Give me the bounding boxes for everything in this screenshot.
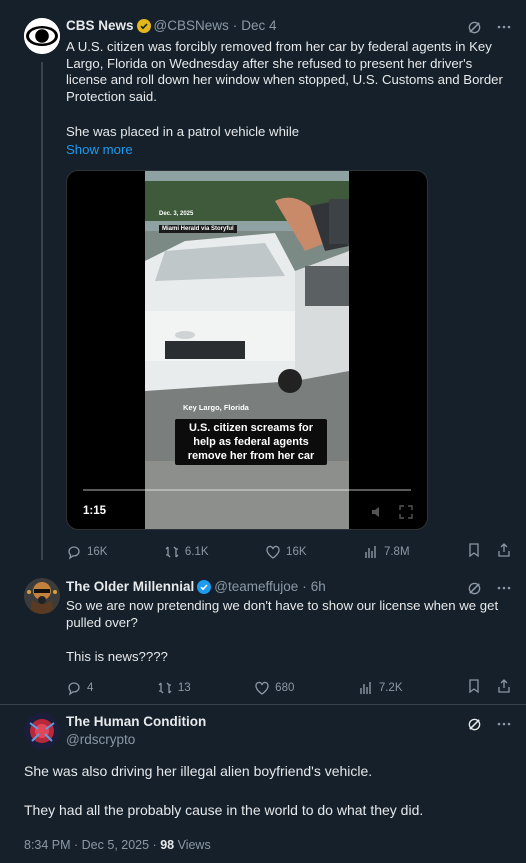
post-metadata: 8:34 PM · Dec 5, 2025 · 98 Views bbox=[24, 838, 211, 852]
post-date[interactable]: Dec 4 bbox=[241, 18, 276, 33]
video-progress-bar[interactable] bbox=[83, 489, 411, 491]
like-button[interactable]: 680 bbox=[254, 680, 294, 696]
reply-button[interactable]: 16K bbox=[66, 544, 107, 560]
author-handle[interactable]: @teameffujoe bbox=[214, 579, 298, 594]
bookmark-icon[interactable] bbox=[466, 542, 482, 561]
like-button[interactable]: 16K bbox=[265, 544, 307, 560]
post-date[interactable]: 6h bbox=[311, 579, 326, 594]
tweet-text-continued: She was placed in a patrol vehicle while bbox=[66, 124, 300, 139]
tweet-text-continued: They had all the probably cause in the w… bbox=[24, 802, 424, 818]
author-name[interactable]: The Older Millennial bbox=[66, 579, 194, 594]
separator-dot: · bbox=[302, 579, 307, 594]
bookmark-icon[interactable] bbox=[466, 678, 482, 697]
verified-gold-icon bbox=[136, 18, 151, 33]
repost-count: 6.1K bbox=[184, 545, 209, 558]
cbs-eye-logo bbox=[24, 18, 60, 54]
views-icon bbox=[365, 545, 376, 558]
tweet-text-continued: This is news???? bbox=[66, 649, 168, 664]
avatar[interactable] bbox=[24, 578, 60, 614]
tweet-text: She was also driving her illegal alien b… bbox=[24, 763, 373, 779]
reply-icon bbox=[68, 545, 80, 560]
reply-icon bbox=[68, 681, 80, 696]
avatar-image bbox=[24, 578, 60, 614]
views-button[interactable]: 7.2K bbox=[358, 680, 403, 696]
author-name[interactable]: CBS News bbox=[66, 18, 134, 33]
more-icon[interactable] bbox=[496, 716, 512, 732]
avatar[interactable] bbox=[24, 713, 60, 749]
grok-icon[interactable] bbox=[466, 716, 482, 732]
like-count: 16K bbox=[286, 545, 307, 558]
repost-button[interactable]: 6.1K bbox=[164, 544, 209, 560]
show-more-link[interactable]: Show more bbox=[66, 142, 133, 157]
fullscreen-icon[interactable] bbox=[399, 505, 413, 524]
tweet-text: So we are now pretending we don't have t… bbox=[66, 598, 499, 630]
share-icon[interactable] bbox=[496, 678, 512, 697]
like-icon bbox=[266, 545, 280, 559]
reply-count: 4 bbox=[87, 681, 94, 694]
video-location-tag: Key Largo, Florida bbox=[183, 403, 249, 412]
repost-icon bbox=[165, 546, 179, 557]
grok-icon[interactable] bbox=[466, 19, 482, 35]
separator-dot: · bbox=[232, 18, 238, 33]
avatar[interactable] bbox=[24, 18, 60, 54]
repost-icon bbox=[158, 682, 172, 693]
reply-button[interactable]: 4 bbox=[66, 680, 93, 696]
author-name[interactable]: The Human Condition bbox=[66, 714, 206, 729]
views-label: Views bbox=[177, 838, 211, 852]
views-icon bbox=[360, 681, 371, 694]
mute-icon[interactable] bbox=[371, 505, 385, 524]
like-icon bbox=[255, 681, 269, 695]
view-count: 98 bbox=[160, 838, 175, 852]
video-frame: Dec. 3, 2025 Miami Herald via Storyful K… bbox=[145, 171, 349, 529]
repost-button[interactable]: 13 bbox=[157, 680, 191, 696]
avatar-image bbox=[24, 713, 60, 749]
post-timestamp[interactable]: 8:34 PM · Dec 5, 2025 · bbox=[24, 838, 157, 852]
tweet-older-millennial[interactable]: The Older Millennial @teameffujoe · 6h S… bbox=[0, 570, 526, 706]
share-icon[interactable] bbox=[496, 542, 512, 561]
grok-icon[interactable] bbox=[466, 580, 482, 596]
video-player[interactable]: Dec. 3, 2025 Miami Herald via Storyful K… bbox=[66, 170, 428, 530]
verified-blue-icon bbox=[197, 579, 212, 594]
more-icon[interactable] bbox=[496, 19, 512, 35]
like-count: 680 bbox=[275, 681, 295, 694]
author-handle[interactable]: @rdscrypto bbox=[66, 732, 135, 747]
views-count: 7.2K bbox=[378, 681, 403, 694]
video-source-tag: Miami Herald via Storyful bbox=[159, 225, 237, 233]
video-duration: 1:15 bbox=[83, 505, 107, 517]
video-caption: U.S. citizen screams for help as federal… bbox=[175, 419, 327, 465]
tweet-text: A U.S. citizen was forcibly removed from… bbox=[66, 39, 503, 104]
tweet-cbs-news[interactable]: CBS News @CBSNews · Dec 4 A U.S. citizen… bbox=[0, 0, 526, 570]
views-count: 7.8M bbox=[383, 545, 410, 558]
author-handle[interactable]: @CBSNews bbox=[154, 18, 229, 33]
more-icon[interactable] bbox=[496, 580, 512, 596]
reply-count: 16K bbox=[87, 545, 108, 558]
video-date-tag: Dec. 3, 2025 bbox=[159, 211, 194, 217]
repost-count: 13 bbox=[177, 681, 191, 694]
views-button[interactable]: 7.8M bbox=[363, 544, 410, 560]
